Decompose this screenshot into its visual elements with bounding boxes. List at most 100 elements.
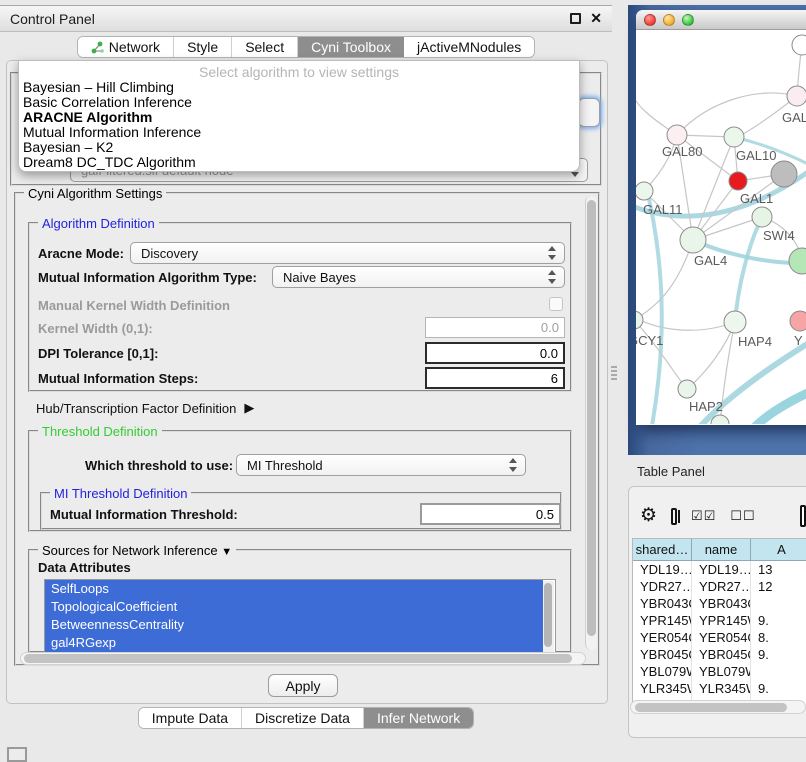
gear-icon[interactable]: ⚙ bbox=[640, 506, 657, 526]
tab-infer-network[interactable]: Infer Network bbox=[364, 708, 473, 728]
node-Y[interactable] bbox=[790, 311, 806, 331]
hub-definition-expander[interactable]: Hub/Transcription Factor Definition ▶ bbox=[36, 400, 254, 416]
tab-jactivemnodules[interactable]: jActiveMNodules bbox=[404, 37, 534, 57]
aracne-mode-value: Discovery bbox=[141, 246, 545, 261]
column-header[interactable]: name bbox=[692, 539, 751, 561]
window-close-icon[interactable] bbox=[644, 14, 656, 26]
table-cell: 13 bbox=[751, 561, 806, 578]
node-GCY1[interactable] bbox=[636, 311, 643, 329]
select-all-icon[interactable]: ☑☑ bbox=[691, 508, 716, 524]
node[interactable] bbox=[771, 161, 797, 187]
tab-label: Network bbox=[109, 39, 160, 55]
node-GAL80[interactable] bbox=[667, 125, 687, 145]
table-cell: YLR345W bbox=[692, 680, 751, 697]
tab-label: Discretize Data bbox=[255, 710, 350, 726]
attribute-option[interactable]: TopologicalCoefficient bbox=[45, 598, 543, 616]
splitpane-grip[interactable] bbox=[611, 366, 617, 380]
node-GAL10[interactable] bbox=[724, 127, 744, 147]
table-row[interactable]: YBR045CYBR045C9. bbox=[633, 646, 806, 663]
table-row[interactable]: YLR345WYLR345W9. bbox=[633, 680, 806, 697]
mi-threshold-field[interactable] bbox=[420, 503, 561, 525]
column-header[interactable]: shared… bbox=[633, 539, 692, 561]
manual-kernel-checkbox[interactable] bbox=[549, 297, 563, 311]
settings-vertical-scrollbar[interactable] bbox=[585, 196, 597, 650]
node-label: GAL bbox=[782, 110, 806, 125]
mi-algorithm-type-combobox[interactable]: Naive Bayes bbox=[272, 266, 565, 288]
network-window-titlebar[interactable] bbox=[636, 10, 806, 30]
mi-steps-field[interactable] bbox=[425, 367, 565, 389]
algorithm-combobox-edge[interactable] bbox=[578, 98, 600, 127]
corner-tool-button[interactable] bbox=[7, 747, 27, 762]
column-header[interactable]: A bbox=[751, 539, 806, 561]
window-minimize-icon[interactable] bbox=[663, 14, 675, 26]
tab-discretize-data[interactable]: Discretize Data bbox=[242, 708, 364, 728]
float-window-icon[interactable] bbox=[570, 13, 581, 24]
table-row[interactable]: YDL19…YDL19…13 bbox=[633, 561, 806, 578]
node-GAL4[interactable] bbox=[680, 227, 706, 253]
settings-hscroll-thumb[interactable] bbox=[24, 654, 572, 663]
table-row[interactable]: YPR145WYPR145W9. bbox=[633, 612, 806, 629]
table-row[interactable]: YDR27…YDR27…12 bbox=[633, 578, 806, 595]
node-attribute-table[interactable]: shared…nameAYDL19…YDL19…13YDR27…YDR27…12… bbox=[632, 538, 806, 708]
bottom-tabbar-wrap: Impute Data Discretize Data Infer Network bbox=[0, 707, 612, 729]
tab-network[interactable]: Network bbox=[78, 37, 174, 57]
table-cell: 9. bbox=[751, 646, 806, 663]
node-GAL11[interactable] bbox=[636, 182, 653, 200]
node[interactable] bbox=[789, 248, 806, 274]
sources-legend[interactable]: Sources for Network Inference ▼ bbox=[38, 543, 236, 558]
algorithm-option[interactable]: Bayesian – K2 bbox=[19, 140, 579, 155]
table-cell: YER054C bbox=[633, 629, 692, 646]
close-icon[interactable]: ✕ bbox=[590, 13, 602, 24]
network-canvas[interactable]: GALGAL80GAL10GAL1GAL11SWI4GAL4GCY1HAP4YH… bbox=[636, 30, 806, 424]
aracne-mode-combobox[interactable]: Discovery bbox=[130, 242, 565, 264]
algorithm-option[interactable]: Basic Correlation Inference bbox=[19, 95, 579, 110]
attribute-option[interactable]: SelfLoops bbox=[45, 580, 543, 598]
network-icon bbox=[91, 41, 104, 54]
table-row[interactable]: YER054CYER054C8. bbox=[633, 629, 806, 646]
node[interactable] bbox=[792, 35, 806, 55]
node-HAP2[interactable] bbox=[678, 380, 696, 398]
dpi-tolerance-field[interactable] bbox=[425, 342, 565, 364]
deselect-all-icon[interactable]: ☐☐ bbox=[730, 508, 755, 524]
threshold-definition-legend: Threshold Definition bbox=[38, 424, 162, 439]
mi-steps-label: Mutual Information Steps: bbox=[38, 371, 198, 386]
tab-style[interactable]: Style bbox=[174, 37, 232, 57]
table-horizontal-scrollbar[interactable] bbox=[630, 700, 806, 714]
tab-label: Select bbox=[245, 39, 284, 55]
columns-icon[interactable] bbox=[671, 508, 677, 525]
tab-cyni-toolbox[interactable]: Cyni Toolbox bbox=[298, 37, 404, 57]
which-threshold-combobox[interactable]: MI Threshold bbox=[236, 454, 526, 476]
table-hscroll-thumb[interactable] bbox=[635, 703, 787, 712]
attributes-scroll-thumb[interactable] bbox=[544, 583, 552, 647]
table-row[interactable]: YBR043CYBR043C bbox=[633, 595, 806, 612]
kernel-width-field[interactable] bbox=[425, 317, 565, 338]
control-panel-title: Control Panel bbox=[10, 11, 95, 27]
tab-label: Style bbox=[187, 39, 218, 55]
attribute-option[interactable]: gal4RGexp bbox=[45, 634, 543, 652]
algorithm-option[interactable]: Bayesian – Hill Climbing bbox=[19, 80, 579, 95]
table-cell: 9. bbox=[751, 680, 806, 697]
algorithm-option[interactable]: ARACNE Algorithm bbox=[19, 110, 579, 125]
settings-horizontal-scrollbar[interactable] bbox=[20, 652, 586, 665]
apply-button[interactable]: Apply bbox=[268, 674, 338, 697]
edge bbox=[687, 322, 735, 389]
mi-threshold-label: Mutual Information Threshold: bbox=[50, 507, 238, 522]
table-cell: YBR045C bbox=[692, 646, 751, 663]
table-row[interactable]: YBL079WYBL079W bbox=[633, 663, 806, 680]
window-zoom-icon[interactable] bbox=[682, 14, 694, 26]
tab-impute-data[interactable]: Impute Data bbox=[139, 708, 242, 728]
node-SWI4[interactable] bbox=[752, 207, 772, 227]
settings-vscroll-thumb[interactable] bbox=[587, 200, 596, 636]
combo-stepper-icon bbox=[545, 269, 559, 285]
attribute-option[interactable]: BetweennessCentrality bbox=[45, 616, 543, 634]
algorithm-option[interactable]: Dream8 DC_TDC Algorithm bbox=[19, 155, 579, 170]
new-table-icon[interactable] bbox=[800, 505, 806, 527]
tab-select[interactable]: Select bbox=[232, 37, 298, 57]
data-attributes-list[interactable]: SelfLoopsTopologicalCoefficientBetweenne… bbox=[44, 579, 556, 653]
attributes-scrollbar[interactable] bbox=[543, 581, 554, 653]
node-HAP4[interactable] bbox=[724, 311, 746, 333]
edge bbox=[636, 240, 693, 320]
node-GAL[interactable] bbox=[787, 86, 806, 106]
node-GAL1[interactable] bbox=[729, 172, 747, 190]
algorithm-option[interactable]: Mutual Information Inference bbox=[19, 125, 579, 140]
